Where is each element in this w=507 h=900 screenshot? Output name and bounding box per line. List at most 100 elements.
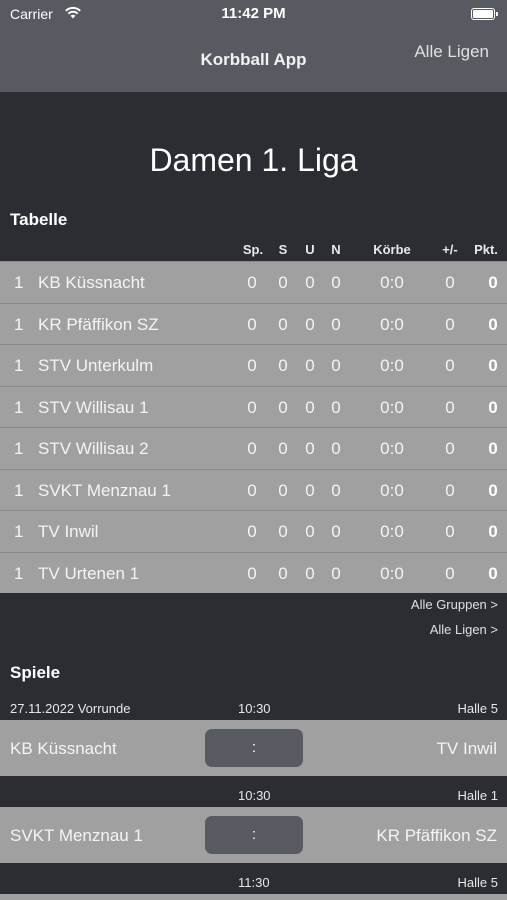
losses: 0	[331, 397, 341, 417]
team-name: STV Unterkulm	[38, 356, 154, 375]
difference: 0	[445, 356, 455, 375]
games-played: 0	[247, 563, 257, 583]
losses: 0	[331, 480, 341, 500]
game-row[interactable]: KB Küssnacht : TV Inwil	[0, 720, 507, 776]
games-played: 0	[247, 273, 257, 292]
navigation-bar: Korbball App Alle Ligen	[0, 30, 507, 92]
losses: 0	[331, 439, 341, 458]
score-box: :	[205, 729, 303, 767]
baskets: 0:0	[380, 273, 404, 292]
games-played: 0	[247, 480, 257, 500]
draws: 0	[305, 522, 315, 541]
rank: 1	[14, 397, 24, 417]
rank: 1	[14, 480, 24, 500]
points: 0	[488, 397, 498, 417]
points: 0	[488, 439, 498, 458]
away-team: TV Inwil	[436, 739, 497, 758]
wins: 0	[278, 480, 288, 500]
rank: 1	[14, 563, 24, 583]
table-row[interactable]: 1 SVKT Menznau 1 0 0 0 0 0:0 0 0	[0, 468, 507, 510]
game-time: 10:30	[238, 788, 271, 803]
wins: 0	[278, 356, 288, 375]
points: 0	[488, 522, 498, 541]
header-pkt: Pkt.	[474, 242, 498, 257]
table-row[interactable]: 1 KB Küssnacht 0 0 0 0 0:0 0 0	[0, 261, 507, 303]
rank: 1	[14, 273, 24, 292]
losses: 0	[331, 522, 341, 541]
points: 0	[488, 273, 498, 292]
draws: 0	[305, 439, 315, 458]
team-name: TV Urtenen 1	[38, 563, 140, 583]
rank: 1	[14, 314, 24, 334]
difference: 0	[445, 314, 455, 334]
draws: 0	[305, 563, 315, 583]
losses: 0	[331, 356, 341, 375]
baskets: 0:0	[380, 356, 404, 375]
losses: 0	[331, 314, 341, 334]
away-team: KR Pfäffikon SZ	[376, 826, 497, 845]
table-row[interactable]: 1 STV Willisau 2 0 0 0 0 0:0 0 0	[0, 427, 507, 469]
table-row[interactable]: 1 TV Inwil 0 0 0 0 0:0 0 0	[0, 510, 507, 552]
game-time: 11:30	[238, 875, 270, 890]
team-name: STV Willisau 1	[38, 397, 149, 417]
header-s: S	[278, 242, 288, 257]
table-row[interactable]: 1 STV Willisau 1 0 0 0 0 0:0 0 0	[0, 385, 507, 427]
games-section-title: Spiele	[10, 663, 61, 682]
game-row[interactable]	[0, 894, 507, 900]
wins: 0	[278, 273, 288, 292]
draws: 0	[305, 273, 315, 292]
game-meta: 27.11.2022 Vorrunde 10:30 Halle 5	[0, 698, 507, 720]
rank: 1	[14, 356, 24, 375]
team-name: KB Küssnacht	[38, 273, 145, 292]
baskets: 0:0	[380, 563, 404, 583]
table-row[interactable]: 1 STV Unterkulm 0 0 0 0 0:0 0 0	[0, 344, 507, 386]
baskets: 0:0	[380, 480, 404, 500]
team-name: STV Willisau 2	[38, 439, 149, 458]
game-date: 27.11.2022 Vorrunde	[10, 701, 131, 716]
games-played: 0	[247, 356, 257, 375]
draws: 0	[305, 397, 315, 417]
header-korbe: Körbe	[373, 242, 411, 257]
wins: 0	[278, 397, 288, 417]
clock: 11:42 PM	[221, 5, 286, 22]
battery-icon	[471, 8, 498, 20]
table-section-title: Tabelle	[10, 210, 68, 229]
table-row[interactable]: 1 TV Urtenen 1 0 0 0 0 0:0 0 0	[0, 551, 507, 593]
all-groups-link[interactable]: Alle Gruppen >	[411, 597, 498, 612]
draws: 0	[305, 356, 315, 375]
difference: 0	[445, 397, 455, 417]
all-leagues-button[interactable]: Alle Ligen	[414, 42, 489, 62]
header-diff: +/-	[442, 242, 458, 257]
rank: 1	[14, 439, 24, 458]
team-name: SVKT Menznau 1	[38, 480, 171, 500]
rank: 1	[14, 522, 24, 541]
home-team: KB Küssnacht	[10, 739, 117, 758]
status-bar: Carrier 11:42 PM	[0, 0, 507, 30]
home-team: SVKT Menznau 1	[10, 826, 143, 845]
baskets: 0:0	[380, 397, 404, 417]
header-u: U	[305, 242, 315, 257]
game-row[interactable]: SVKT Menznau 1 : KR Pfäffikon SZ	[0, 807, 507, 863]
score-box: :	[205, 816, 303, 854]
games-played: 0	[247, 439, 257, 458]
team-name: TV Inwil	[38, 522, 99, 541]
game-hall: Halle 1	[457, 788, 498, 803]
points: 0	[488, 356, 498, 375]
games-played: 0	[247, 522, 257, 541]
wins: 0	[278, 563, 288, 583]
all-leagues-link[interactable]: Alle Ligen >	[430, 622, 498, 637]
points: 0	[488, 563, 498, 583]
losses: 0	[331, 563, 341, 583]
game-time: 10:30	[238, 701, 271, 716]
wins: 0	[278, 314, 288, 334]
baskets: 0:0	[380, 439, 404, 458]
table-header: Sp. S U N Körbe +/- Pkt.	[0, 240, 507, 260]
table-row[interactable]: 1 KR Pfäffikon SZ 0 0 0 0 0:0 0 0	[0, 302, 507, 344]
game-meta: 11:30 Halle 5	[0, 872, 507, 894]
header-n: N	[331, 242, 341, 257]
difference: 0	[445, 522, 455, 541]
difference: 0	[445, 480, 455, 500]
baskets: 0:0	[380, 314, 404, 334]
baskets: 0:0	[380, 522, 404, 541]
game-hall: Halle 5	[457, 875, 498, 890]
